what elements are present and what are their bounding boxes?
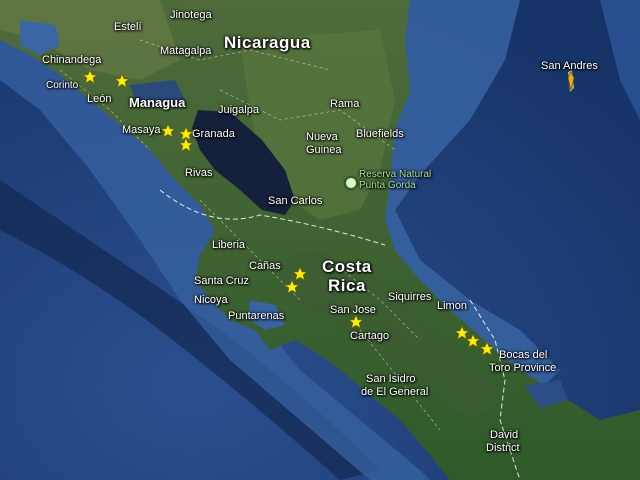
star-icon[interactable] bbox=[178, 137, 194, 153]
country-label-costa: Costa bbox=[322, 257, 372, 276]
city-label-leon: León bbox=[87, 93, 112, 105]
city-label-san-andres: San Andres bbox=[541, 60, 598, 72]
city-label-limon: Limon bbox=[437, 300, 467, 312]
city-label-corinto: Corinto bbox=[46, 80, 79, 91]
city-label-managua: Managua bbox=[129, 95, 186, 110]
city-label-juigalpa: Juigalpa bbox=[218, 104, 259, 116]
star-icon[interactable] bbox=[284, 279, 300, 295]
city-label-san-isidro: San Isidro bbox=[366, 373, 416, 385]
city-label-district: District bbox=[486, 442, 520, 454]
star-icon[interactable] bbox=[479, 341, 495, 357]
country-label-nicaragua: Nicaragua bbox=[224, 33, 311, 52]
star-icon[interactable] bbox=[82, 69, 98, 85]
city-label-masaya: Masaya bbox=[122, 124, 161, 136]
city-label-san-carlos: San Carlos bbox=[268, 195, 323, 207]
location-pin-icon[interactable] bbox=[567, 72, 575, 90]
city-label-toro-province: Toro Province bbox=[489, 362, 557, 374]
city-label-cartago: Cartago bbox=[350, 330, 390, 342]
star-icon[interactable] bbox=[160, 123, 176, 139]
city-label-rivas: Rivas bbox=[185, 167, 213, 179]
city-label-siquirres: Siquirres bbox=[388, 291, 432, 303]
city-label-granada: Granada bbox=[192, 128, 235, 140]
city-label-puntarenas: Puntarenas bbox=[228, 310, 285, 322]
city-label-canas: Cañas bbox=[249, 260, 281, 272]
city-label-de-el-general: de El General bbox=[361, 386, 429, 398]
city-label-santa-cruz: Santa Cruz bbox=[194, 275, 250, 287]
satellite-map[interactable]: Nicaragua Costa Rica Estelí Jinotega Mat… bbox=[0, 0, 640, 480]
star-icon[interactable] bbox=[348, 314, 364, 330]
city-label-matagalpa: Matagalpa bbox=[160, 45, 212, 57]
city-label-david: David bbox=[490, 429, 519, 441]
city-label-chinandega: Chinandega bbox=[42, 54, 102, 66]
nature-reserve-icon[interactable] bbox=[345, 177, 357, 189]
city-label-nueva: Nueva bbox=[306, 131, 338, 143]
city-label-liberia: Liberia bbox=[212, 239, 246, 251]
city-label-nicoya: Nicoya bbox=[194, 294, 228, 306]
city-label-bluefields: Bluefields bbox=[356, 128, 404, 140]
city-label-guinea: Guinea bbox=[306, 144, 342, 156]
city-label-rama: Rama bbox=[330, 98, 360, 110]
park-label-line2: Punta Gorda bbox=[359, 180, 416, 191]
country-label-rica: Rica bbox=[328, 276, 366, 295]
star-icon[interactable] bbox=[114, 73, 130, 89]
park-label-line1: Reserva Natural bbox=[359, 169, 432, 180]
city-label-bocas-del: Bocas del bbox=[499, 349, 548, 361]
city-label-esteli: Estelí bbox=[114, 21, 142, 33]
city-label-jinotega: Jinotega bbox=[170, 9, 212, 21]
